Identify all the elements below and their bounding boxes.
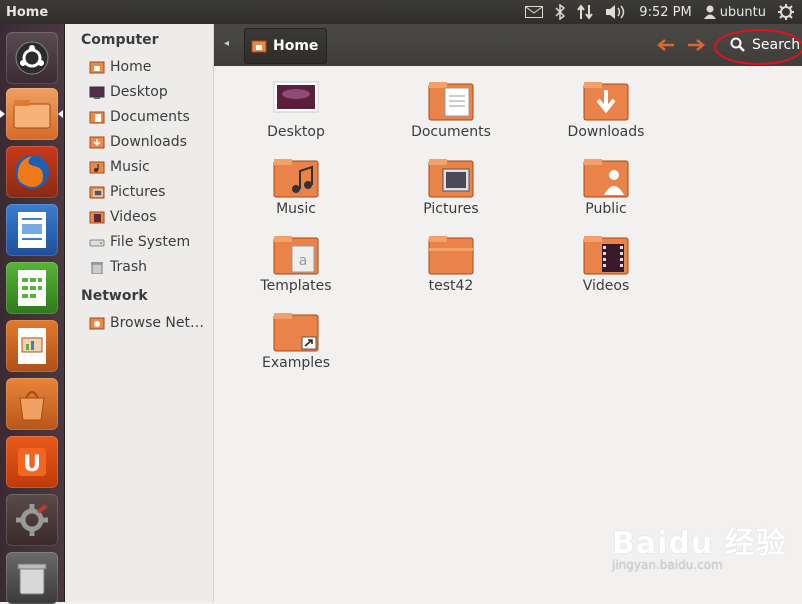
folder-icon: [428, 236, 474, 275]
music-folder-icon: [273, 159, 319, 198]
sidebar-item-downloads[interactable]: Downloads: [89, 131, 187, 153]
running-indicator: [0, 110, 5, 118]
sidebar-item-label: File System: [110, 234, 191, 250]
svg-text:a: a: [299, 253, 308, 269]
power-gear-icon[interactable]: [778, 0, 794, 24]
file-item-label: test42: [428, 278, 474, 294]
documents-folder-icon: [428, 82, 474, 121]
impress-icon[interactable]: [6, 320, 58, 372]
documents-folder-icon: [89, 111, 105, 124]
sidebar-item-music[interactable]: Music: [89, 156, 150, 178]
dash-home-icon[interactable]: [6, 32, 58, 84]
file-item-label: Examples: [261, 355, 331, 371]
file-item-examples[interactable]: Examples: [236, 311, 356, 371]
file-item-label: Public: [585, 201, 627, 217]
file-item-label: Music: [276, 201, 316, 217]
videos-folder-icon: [89, 211, 105, 224]
file-item-downloads[interactable]: Downloads: [546, 80, 666, 140]
system-settings-icon[interactable]: [6, 494, 58, 546]
back-arrow-icon[interactable]: [656, 34, 676, 58]
sidebar-item-label: Home: [110, 59, 152, 75]
sidebar-heading-network: Network: [81, 288, 148, 304]
path-button-home[interactable]: Home: [244, 28, 328, 64]
volume-icon[interactable]: [605, 0, 627, 24]
sidebar: Computer Home Desktop Documents Download…: [65, 24, 214, 602]
file-item-label: Downloads: [567, 124, 645, 140]
file-item-label: Templates: [260, 278, 332, 294]
templates-folder-icon: a: [273, 236, 319, 275]
sidebar-item-label: Trash: [110, 259, 147, 275]
trash-icon[interactable]: [6, 552, 58, 604]
sidebar-item-label: Downloads: [110, 134, 187, 150]
downloads-folder-icon: [89, 136, 105, 149]
calc-icon[interactable]: [6, 262, 58, 314]
file-item-label: Videos: [582, 278, 630, 294]
desktop-icon: [89, 86, 105, 99]
sidebar-item-label: Music: [110, 159, 150, 175]
bluetooth-icon[interactable]: [555, 0, 566, 24]
ubuntu-one-icon[interactable]: U: [6, 436, 58, 488]
clock[interactable]: 9:52 PM: [639, 5, 691, 20]
file-item-documents[interactable]: Documents: [391, 80, 511, 140]
software-center-icon[interactable]: [6, 378, 58, 430]
sidebar-item-label: Documents: [110, 109, 190, 125]
sidebar-item-desktop[interactable]: Desktop: [89, 81, 168, 103]
writer-icon[interactable]: [6, 204, 58, 256]
mail-icon[interactable]: [525, 0, 544, 24]
pictures-folder-icon: [89, 186, 105, 199]
svg-text:U: U: [23, 452, 41, 477]
window-title: Home: [6, 4, 49, 20]
watermark: Baidu 经验 jingyan.baidu.com: [612, 518, 787, 572]
user-name[interactable]: ubuntu: [720, 5, 766, 20]
file-item-templates[interactable]: a Templates: [236, 234, 356, 294]
top-panel: Home 9:52 PM ubuntu: [0, 0, 802, 24]
sidebar-item-pictures[interactable]: Pictures: [89, 181, 165, 203]
sidebar-heading-computer: Computer: [81, 32, 159, 48]
sidebar-item-file-system[interactable]: File System: [89, 231, 190, 253]
firefox-icon[interactable]: [6, 146, 58, 198]
file-item-label: Documents: [411, 124, 491, 140]
indicator-area: 9:52 PM ubuntu: [525, 0, 802, 24]
file-item-pictures[interactable]: Pictures: [391, 157, 511, 217]
search-highlight-annotation: [714, 29, 802, 65]
file-item-public[interactable]: Public: [546, 157, 666, 217]
public-folder-icon: [583, 159, 629, 198]
examples-folder-icon: [273, 313, 319, 352]
file-item-desktop[interactable]: Desktop: [236, 80, 356, 140]
sidebar-item-label: Browse Net…: [110, 315, 205, 331]
path-scroll-left-icon[interactable]: ◂: [224, 38, 229, 49]
sidebar-item-documents[interactable]: Documents: [89, 106, 190, 128]
music-folder-icon: [89, 161, 105, 174]
trash-icon: [91, 262, 103, 274]
home-folder-icon: [251, 40, 267, 53]
videos-folder-icon: [583, 236, 629, 275]
downloads-folder-icon: [583, 82, 629, 121]
pictures-folder-icon: [428, 159, 474, 198]
sidebar-item-home[interactable]: Home: [89, 56, 151, 78]
sidebar-item-trash[interactable]: Trash: [89, 256, 147, 278]
user-icon: [703, 0, 716, 24]
home-folder-icon: [89, 61, 105, 74]
network-arrows-icon[interactable]: [577, 0, 594, 24]
sidebar-item-label: Pictures: [110, 184, 166, 200]
sidebar-item-videos[interactable]: Videos: [89, 206, 157, 228]
watermark-brand: Baidu 经验: [612, 526, 787, 561]
network-icon: [89, 317, 105, 330]
forward-arrow-icon[interactable]: [686, 34, 706, 58]
desktop-icon: [273, 81, 319, 113]
file-item-music[interactable]: Music: [236, 157, 356, 217]
file-item-label: Pictures: [423, 201, 479, 217]
files-icon[interactable]: [6, 88, 58, 140]
toolbar: ◂ Home Search: [214, 24, 802, 67]
file-item-videos[interactable]: Videos: [546, 234, 666, 294]
drive-icon: [89, 239, 105, 247]
active-indicator: [58, 110, 63, 118]
sidebar-item-browse-network[interactable]: Browse Net…: [89, 312, 204, 334]
path-label: Home: [273, 38, 319, 54]
file-item-test42[interactable]: test42: [391, 234, 511, 294]
file-item-label: Desktop: [267, 124, 325, 140]
launcher: U: [0, 24, 65, 604]
sidebar-item-label: Videos: [110, 209, 157, 225]
sidebar-item-label: Desktop: [110, 84, 168, 100]
